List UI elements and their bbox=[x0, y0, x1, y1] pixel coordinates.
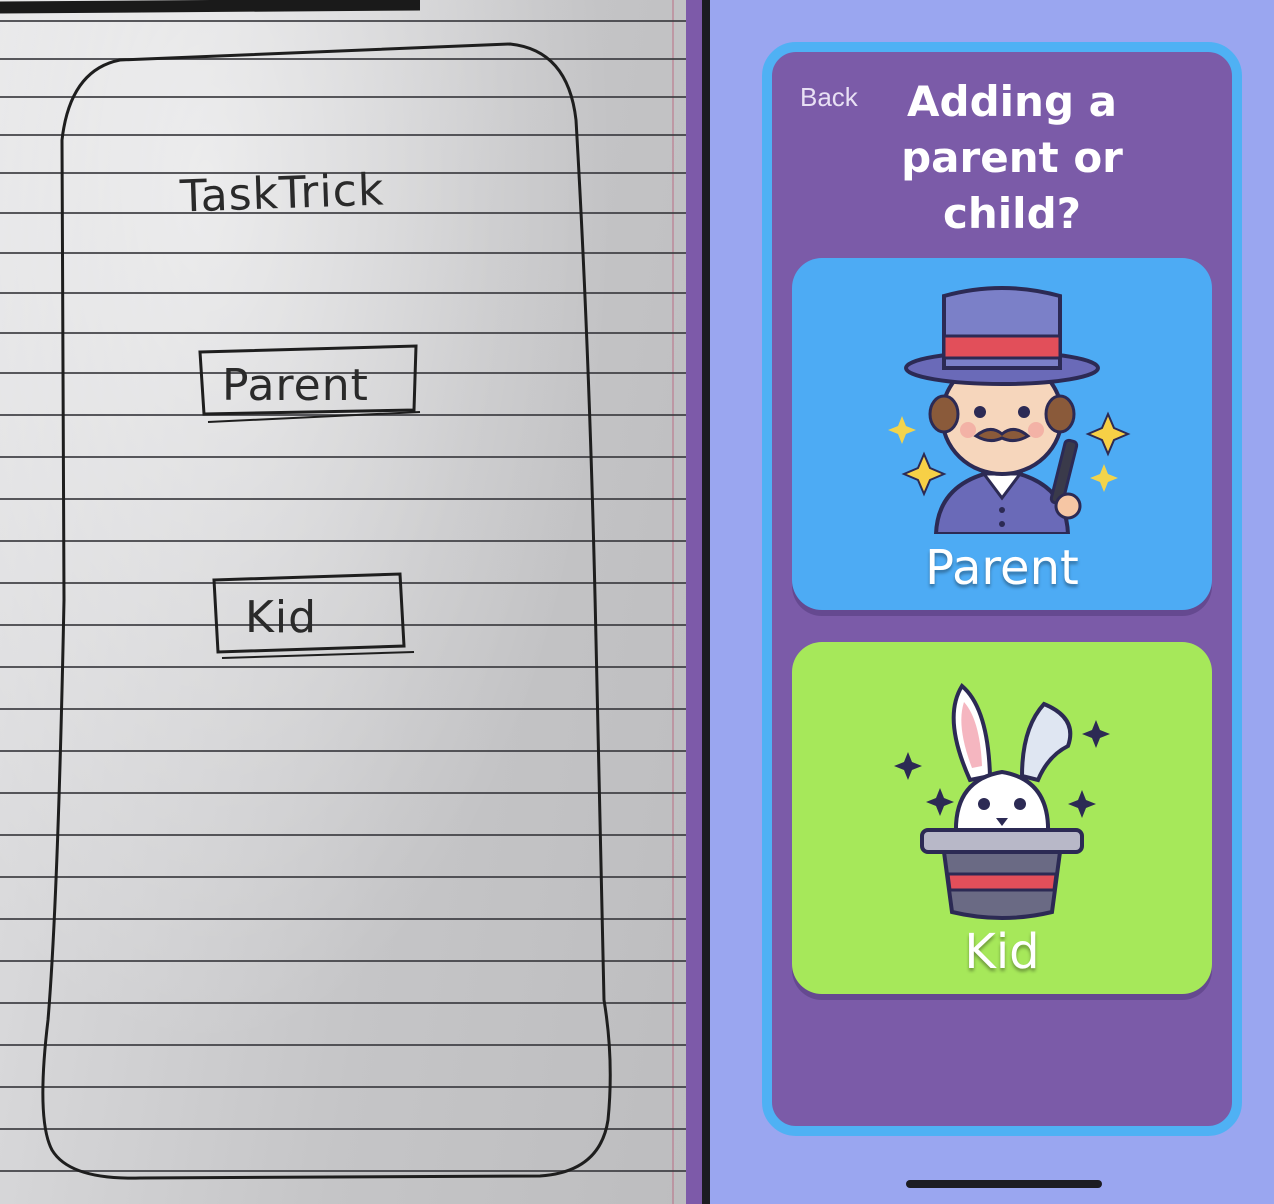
magician-icon bbox=[888, 286, 1131, 534]
page-title: Adding a parent or child? bbox=[901, 77, 1123, 238]
parent-option-button[interactable]: Parent bbox=[792, 258, 1212, 610]
phone-screen: Back Adding a parent or child? Parent Ki… bbox=[710, 0, 1274, 1204]
home-indicator bbox=[906, 1180, 1102, 1188]
rabbit-in-hat-icon bbox=[894, 682, 1110, 920]
parent-option-label: Parent bbox=[925, 540, 1079, 596]
kid-option-button[interactable]: Kid bbox=[792, 642, 1212, 994]
sketch-kid-label: Kid bbox=[245, 592, 318, 643]
paper-sketch: TaskTrick Parent Kid bbox=[0, 0, 686, 1204]
kid-option-label: Kid bbox=[964, 924, 1040, 980]
back-button[interactable]: Back bbox=[800, 82, 858, 113]
image-divider bbox=[686, 0, 710, 1204]
app-card: Back Adding a parent or child? Parent Ki… bbox=[762, 42, 1242, 1136]
sketch-parent-label: Parent bbox=[222, 360, 369, 411]
sketch-title: TaskTrick bbox=[179, 164, 386, 223]
